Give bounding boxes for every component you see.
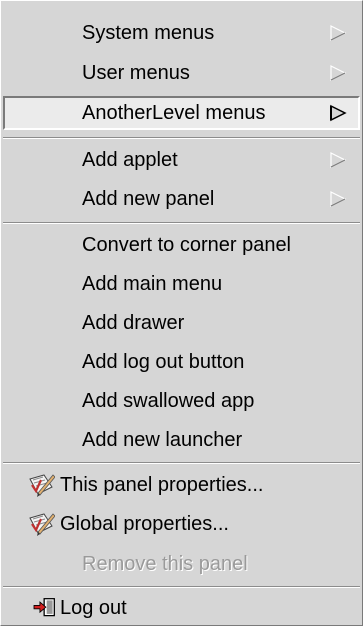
menu-item-add-applet[interactable]: Add applet: [3, 143, 360, 177]
menu-item-label: Add main menu: [82, 272, 223, 295]
menu-item-remove-this-panel: Remove this panel: [3, 547, 360, 581]
menu-item-label: Add new launcher: [82, 428, 243, 451]
logout-icon: [33, 598, 55, 617]
properties-icon: [29, 474, 55, 497]
menu-item-convert-to-corner-panel[interactable]: Convert to corner panel: [3, 228, 360, 262]
submenu-arrow-icon: [330, 65, 347, 81]
menu-item-system-menus[interactable]: System menus: [3, 16, 360, 50]
menu-item-add-main-menu[interactable]: Add main menu: [3, 267, 360, 301]
menu-item-this-panel-properties[interactable]: This panel properties...: [3, 468, 360, 502]
menu-item-add-new-launcher[interactable]: Add new launcher: [3, 423, 360, 457]
panel-context-menu: System menus User menus AnotherLevel men…: [0, 0, 363, 626]
menu-separator: [3, 462, 360, 464]
menu-item-user-menus[interactable]: User menus: [3, 56, 360, 90]
submenu-arrow-icon: [330, 152, 347, 168]
menu-item-label: Add drawer: [82, 311, 185, 334]
menu-item-label: User menus: [82, 61, 190, 84]
menu-item-add-drawer[interactable]: Add drawer: [3, 306, 360, 340]
menu-item-label: Remove this panel: [82, 552, 248, 575]
menu-item-add-swallowed-app[interactable]: Add swallowed app: [3, 384, 360, 418]
menu-item-global-properties[interactable]: Global properties...: [3, 507, 360, 541]
menu-item-label: Add swallowed app: [82, 389, 255, 412]
properties-icon: [29, 513, 55, 536]
menu-separator: [3, 137, 360, 139]
menu-item-label: Log out: [60, 596, 127, 619]
menu-item-anotherlevel-menus[interactable]: AnotherLevel menus: [3, 96, 360, 130]
menu-item-label: Convert to corner panel: [82, 233, 292, 256]
menu-separator: [3, 222, 360, 224]
menu-item-label: Add new panel: [82, 187, 215, 210]
menu-item-log-out[interactable]: Log out: [3, 591, 360, 625]
menu-item-label: Add applet: [82, 148, 178, 171]
submenu-arrow-icon: [330, 25, 347, 41]
menu-item-label: Add log out button: [82, 350, 245, 373]
menu-item-label: This panel properties...: [60, 473, 264, 496]
menu-separator: [3, 586, 360, 588]
menu-item-add-log-out-button[interactable]: Add log out button: [3, 345, 360, 379]
submenu-arrow-icon: [330, 191, 347, 207]
menu-item-label: System menus: [82, 21, 215, 44]
submenu-arrow-icon: [330, 104, 347, 122]
menu-item-label: AnotherLevel menus: [82, 101, 266, 124]
menu-item-add-new-panel[interactable]: Add new panel: [3, 182, 360, 216]
menu-item-label: Global properties...: [60, 512, 229, 535]
